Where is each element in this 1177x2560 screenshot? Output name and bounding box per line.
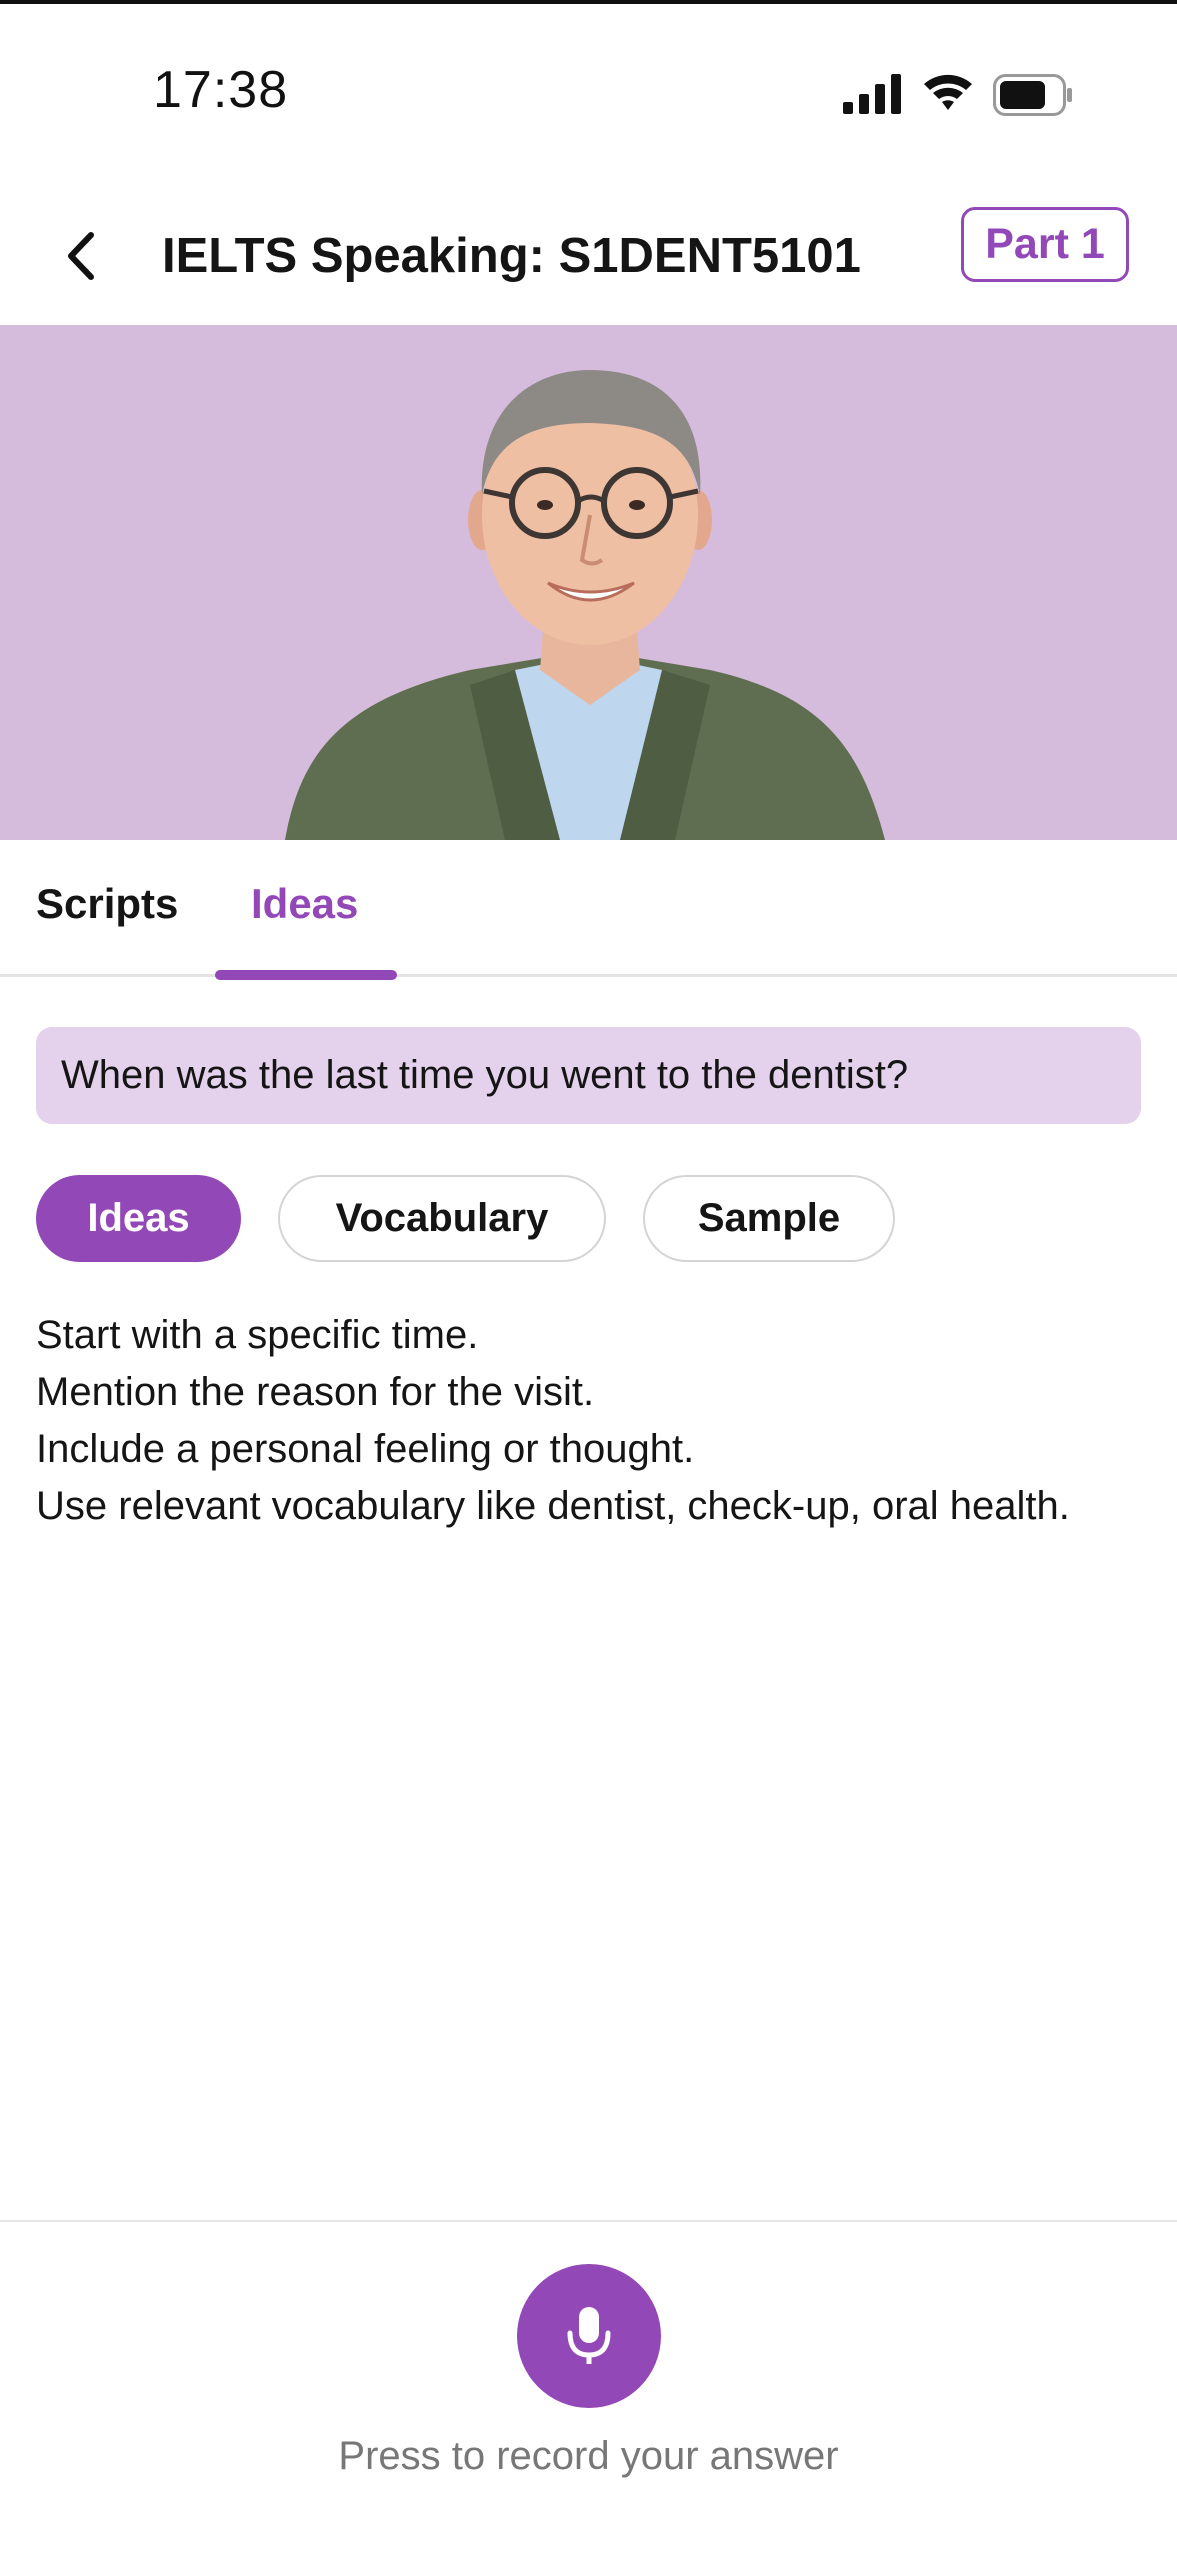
tab-ideas[interactable]: Ideas <box>251 880 358 928</box>
examiner-image <box>0 325 1177 840</box>
signal-icon <box>843 74 901 114</box>
tab-bar: Scripts Ideas <box>0 840 1177 980</box>
question-text: When was the last time you went to the d… <box>61 1053 909 1097</box>
part-button[interactable]: Part 1 <box>961 207 1129 282</box>
record-button[interactable] <box>517 2264 661 2408</box>
chip-sample[interactable]: Sample <box>643 1175 895 1262</box>
question-box: When was the last time you went to the d… <box>36 1027 1141 1124</box>
list-item: Include a personal feeling or thought. <box>36 1427 695 1471</box>
chip-ideas[interactable]: Ideas <box>36 1175 241 1262</box>
page-title: IELTS Speaking: S1DENT5101 <box>162 229 861 283</box>
ideas-list: Start with a specific time. Mention the … <box>36 1310 1116 1538</box>
chevron-left-icon <box>68 232 94 280</box>
battery-icon <box>993 74 1072 116</box>
wifi-icon <box>924 74 972 110</box>
status-bar: 17:38 <box>0 0 1177 190</box>
bottom-divider <box>0 2220 1177 2222</box>
status-time: 17:38 <box>153 61 289 119</box>
active-tab-indicator <box>215 970 397 980</box>
back-button[interactable] <box>50 220 110 292</box>
list-item: Start with a specific time. <box>36 1313 479 1357</box>
microphone-icon <box>567 2307 611 2364</box>
examiner-portrait <box>285 370 885 840</box>
tab-scripts[interactable]: Scripts <box>36 880 178 928</box>
app-header: IELTS Speaking: S1DENT5101 Part 1 <box>0 190 1177 325</box>
list-item: Mention the reason for the visit. <box>36 1370 595 1414</box>
record-hint: Press to record your answer <box>338 2434 839 2478</box>
list-item: Use relevant vocabulary like dentist, ch… <box>36 1484 1070 1528</box>
chip-vocabulary[interactable]: Vocabulary <box>278 1175 606 1262</box>
